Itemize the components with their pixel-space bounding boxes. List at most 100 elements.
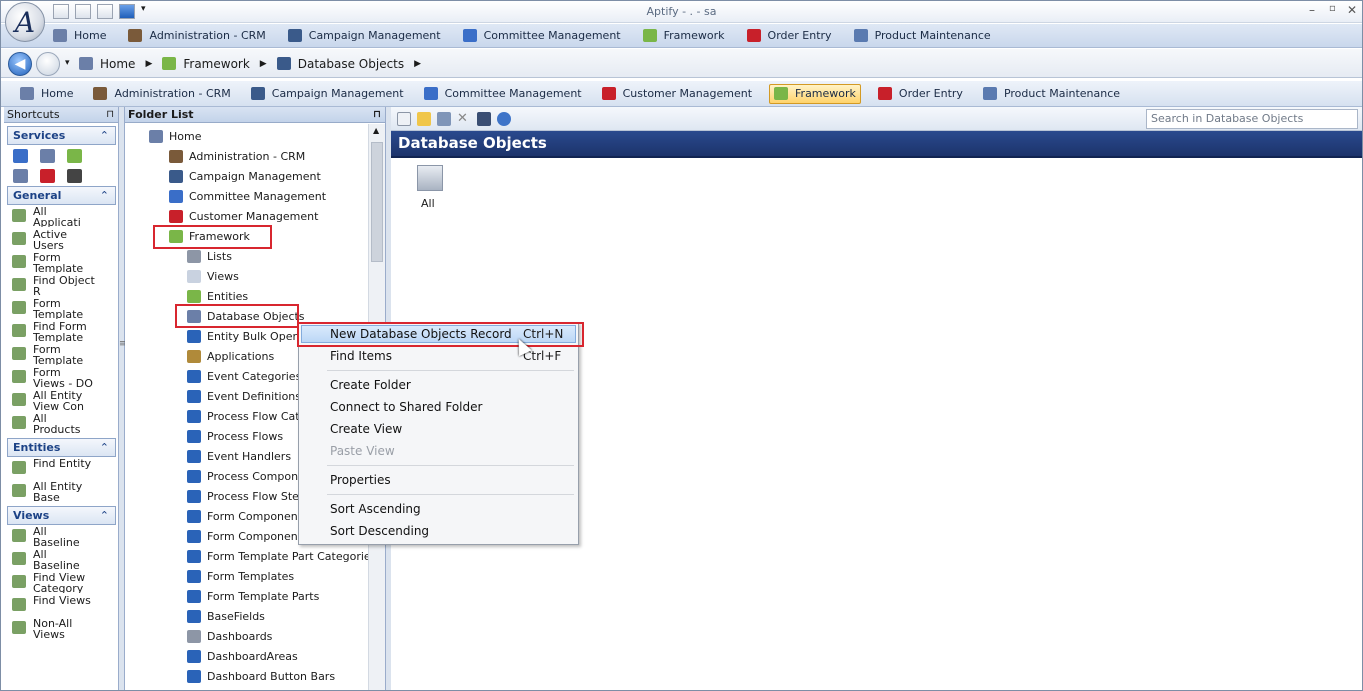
shortcut-group-header[interactable]: General ⌃ <box>7 186 116 205</box>
shortcut-item[interactable]: All Entity View Con <box>4 389 118 412</box>
tree-node[interactable]: Form Template Part Categories <box>187 547 368 565</box>
shortcut-item[interactable]: Find Entity <box>4 457 118 480</box>
shortcut-group-header[interactable]: Services ⌃ <box>7 126 116 145</box>
tree-node[interactable]: Lists <box>187 247 232 265</box>
shortcut-item[interactable]: Non-All Views <box>4 617 118 640</box>
shortcut-item[interactable]: Find Object R <box>4 274 118 297</box>
context-menu-item[interactable]: Sort Ascending <box>330 502 421 516</box>
breadcrumb-item[interactable]: Database Objects <box>276 57 404 71</box>
shortcut-item[interactable]: All Baseline <box>4 525 118 548</box>
tree-node[interactable]: Form Component <box>187 507 302 525</box>
app-logo-icon[interactable]: A <box>5 2 45 42</box>
service-icon[interactable] <box>67 169 82 183</box>
open-folder-icon[interactable] <box>417 111 431 126</box>
context-menu-item[interactable]: Connect to Shared Folder <box>330 400 482 414</box>
tree-node[interactable]: Event Handlers <box>187 447 291 465</box>
service-icon[interactable] <box>13 169 28 183</box>
minimize-button[interactable]: – <box>1309 3 1315 17</box>
toolbar2-item[interactable]: Campaign Management <box>248 84 407 104</box>
pin-icon[interactable]: ⊓ <box>373 107 381 122</box>
tree-node[interactable]: Event Definitions <box>187 387 301 405</box>
shortcut-item[interactable]: Form Template <box>4 297 118 320</box>
shortcut-item[interactable]: Find Views <box>4 594 118 617</box>
shortcut-item[interactable]: All Applicati <box>4 205 118 228</box>
chevron-up-icon[interactable]: ⌃ <box>100 439 109 456</box>
shortcut-item[interactable]: Form Template <box>4 251 118 274</box>
shortcut-item[interactable]: Form Template <box>4 343 118 366</box>
search-input[interactable]: Search in Database Objects <box>1146 109 1358 129</box>
context-menu-item[interactable]: Sort Descending <box>330 524 429 538</box>
tree-node[interactable]: Entities <box>187 287 248 305</box>
tree-node[interactable]: Process Flow Step <box>187 487 306 505</box>
view-all-icon[interactable] <box>417 165 443 191</box>
tree-node[interactable]: Framework <box>169 227 250 245</box>
context-menu-item[interactable]: Paste View <box>330 444 395 458</box>
chevron-up-icon[interactable]: ⌃ <box>100 127 109 144</box>
new-record-icon[interactable] <box>397 111 411 126</box>
service-icon[interactable] <box>13 149 28 163</box>
toolbar2-item[interactable]: Framework <box>769 83 861 104</box>
tree-node[interactable]: DashboardAreas <box>187 647 298 665</box>
back-button[interactable]: ◀ <box>8 52 32 76</box>
shortcut-item[interactable]: All Baseline <box>4 548 118 571</box>
shortcut-item[interactable]: Active Users <box>4 228 118 251</box>
shortcut-group-header[interactable]: Views ⌃ <box>7 506 116 525</box>
tree-node[interactable]: BaseFields <box>187 607 265 625</box>
toolbar2-item[interactable]: Product Maintenance <box>980 84 1123 104</box>
scroll-thumb[interactable] <box>371 142 383 262</box>
toolbar2-item[interactable]: Administration - CRM <box>90 84 233 104</box>
tree-node[interactable]: Committee Management <box>169 187 326 205</box>
toolbar2-item[interactable]: Customer Management <box>599 84 755 104</box>
toolbar2-item[interactable]: Order Entry <box>875 84 966 104</box>
toolbar-item[interactable]: Campaign Management <box>287 29 441 42</box>
toolbar-item[interactable]: Home <box>53 29 106 42</box>
tree-node[interactable]: Form Component <box>187 527 302 545</box>
breadcrumb-arrow-icon[interactable]: ▶ <box>145 59 152 69</box>
close-button[interactable]: ✕ <box>1347 3 1357 17</box>
breadcrumb-item[interactable]: Home <box>79 57 135 71</box>
chevron-up-icon[interactable]: ⌃ <box>100 507 109 524</box>
tree-node[interactable]: Views <box>187 267 239 285</box>
tree-node[interactable]: Campaign Management <box>169 167 321 185</box>
service-icon[interactable] <box>40 169 55 183</box>
maximize-button[interactable]: ▫ <box>1329 3 1336 14</box>
tree-node[interactable]: Dashboard Button Bars <box>187 667 335 685</box>
toolbar-item[interactable]: Product Maintenance <box>853 29 991 42</box>
tree-node[interactable]: Process Compone <box>187 467 305 485</box>
context-menu-item[interactable]: Find Items <box>330 349 392 363</box>
tree-node[interactable]: Event Categories <box>187 367 301 385</box>
toolbar-item[interactable]: Administration - CRM <box>128 29 266 42</box>
context-menu-item[interactable]: Properties <box>330 473 391 487</box>
tree-node[interactable]: Form Templates <box>187 567 294 585</box>
toolbar-item[interactable]: Framework <box>642 29 725 42</box>
breadcrumb-arrow-icon[interactable]: ▶ <box>260 59 267 69</box>
toolbar2-item[interactable]: Committee Management <box>421 84 585 104</box>
tree-node[interactable]: Customer Management <box>169 207 318 225</box>
shortcut-item[interactable]: All Entity Base Views <box>4 480 118 503</box>
tree-node[interactable]: Process Flow Cate <box>187 407 306 425</box>
shortcut-item[interactable]: All Products <box>4 412 118 435</box>
breadcrumb-item[interactable]: Framework <box>162 57 250 71</box>
tree-node[interactable]: Form Template Parts <box>187 587 319 605</box>
delete-icon[interactable]: ✕ <box>457 112 471 126</box>
find-icon[interactable] <box>477 111 491 126</box>
tree-node[interactable]: Dashboards <box>187 627 272 645</box>
context-menu-item[interactable]: New Database Objects Record <box>330 327 512 341</box>
shortcut-item[interactable]: Form Views - DO <box>4 366 118 389</box>
tree-node[interactable]: Database Objects <box>187 307 305 325</box>
toolbar-item[interactable]: Committee Management <box>462 29 621 42</box>
view-all-label[interactable]: All <box>421 197 435 210</box>
service-icon[interactable] <box>67 149 82 163</box>
refresh-icon[interactable] <box>497 111 511 126</box>
context-menu-item[interactable]: Create View <box>330 422 402 436</box>
tree-node[interactable]: Applications <box>187 347 274 365</box>
chevron-up-icon[interactable]: ⌃ <box>100 187 109 204</box>
shortcut-group-header[interactable]: Entities ⌃ <box>7 438 116 457</box>
forward-button[interactable] <box>36 52 60 76</box>
toolbar2-item[interactable]: Home <box>17 84 76 104</box>
scroll-up-icon[interactable]: ▲ <box>373 126 379 135</box>
service-icon[interactable] <box>40 149 55 163</box>
breadcrumb-arrow-icon[interactable]: ▶ <box>414 59 421 69</box>
tree-node[interactable]: Entity Bulk Operat <box>187 327 308 345</box>
tree-node[interactable]: Administration - CRM <box>169 147 305 165</box>
